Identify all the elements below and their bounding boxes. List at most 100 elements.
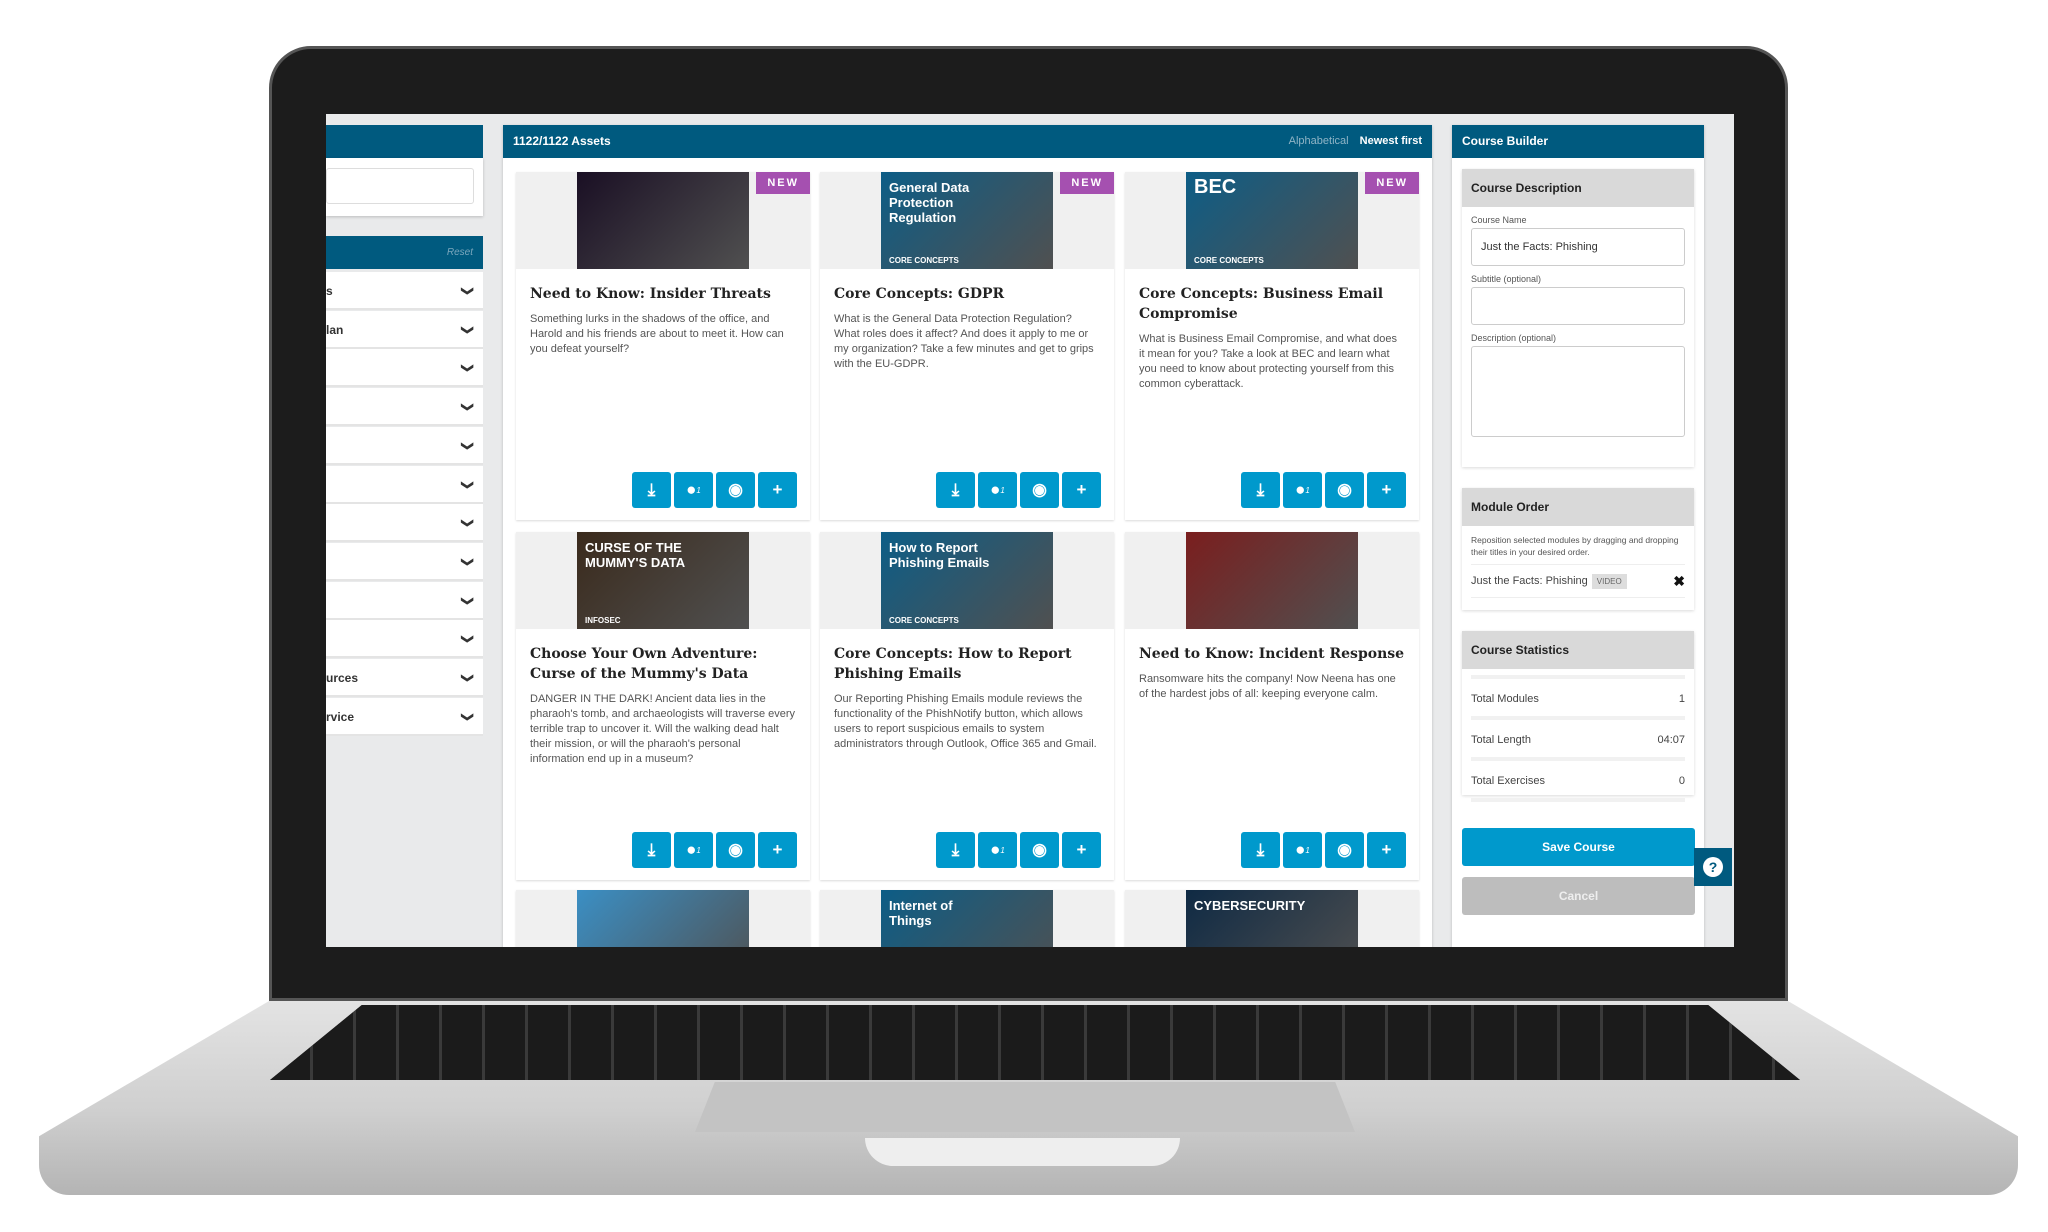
card-thumbnail-area [516,890,810,947]
eye-preview-icon: ◉ [1032,840,1047,859]
filter-dropdown[interactable]: ❯ [326,465,483,504]
new-badge: NEW [1365,172,1419,194]
chevron-down-icon: ❯ [460,634,475,645]
description-textarea[interactable] [1471,346,1685,437]
download-button[interactable]: ⤓ [1241,832,1280,868]
card-thumbnail: How to Report Phishing Emails CORE CONCEP… [881,532,1053,629]
sidebar-search-input[interactable] [326,168,474,204]
filter-dropdown[interactable]: lan ❯ [326,310,483,349]
course-card[interactable]: CYBERSECURITY [1125,890,1419,947]
stat-value: 1 [1678,693,1685,705]
chevron-down-icon: ❯ [460,440,475,451]
course-card[interactable]: Internet of Things [820,890,1114,947]
card-description: DANGER IN THE DARK! Ancient data lies in… [530,693,796,765]
eye-preview-button[interactable]: ◉ [716,472,755,508]
filter-dropdown[interactable]: ❯ [326,349,483,388]
eye-preview-icon: ◉ [728,480,743,499]
description-label: Description (optional) [1471,333,1557,343]
help-icon: ? [1703,857,1723,877]
course-name-input[interactable]: Just the Facts: Phishing [1471,228,1685,266]
thumbnail-subtext: INFOSEC [585,616,621,625]
download-icon: ⤓ [647,480,656,499]
eye-preview-button[interactable]: ◉ [1325,472,1364,508]
card-title: Core Concepts: How to Report Phishing Em… [834,646,1072,682]
cancel-button[interactable]: Cancel [1462,877,1695,915]
language-count: 1 [696,845,701,855]
sort-alphabetical[interactable]: Alphabetical [1289,135,1349,147]
module-order-hint: Reposition selected modules by dragging … [1471,535,1679,557]
filter-dropdown[interactable]: ❯ [326,581,483,620]
filter-label: s [326,284,333,298]
eye-preview-button[interactable]: ◉ [1020,832,1059,868]
course-description-section: Course Description Course Name Just the … [1462,169,1694,467]
card-title: Need to Know: Insider Threats [530,286,771,302]
globe-languages-button[interactable]: ● 1 [674,472,713,508]
eye-preview-button[interactable]: ◉ [1325,832,1364,868]
course-card[interactable]: CURSE OF THE MUMMY'S DATA INFOSEC Choose Y… [516,532,810,880]
card-thumbnail: General Data Protection Regulation CORE C… [881,172,1053,269]
thumbnail-text: How to Report Phishing Emails [889,540,990,570]
download-button[interactable]: ⤓ [1241,472,1280,508]
section-heading: Course Statistics [1462,631,1694,669]
course-card[interactable]: How to Report Phishing Emails CORE CONCEP… [820,532,1114,880]
filter-label: lan [326,322,344,337]
filter-dropdown[interactable]: ❯ [326,504,483,543]
globe-languages-button[interactable]: ● 1 [978,472,1017,508]
thumbnail-text: General Data Protection Regulation [889,180,970,225]
plus-add-button[interactable]: + [1062,472,1101,508]
plus-add-button[interactable]: + [1367,832,1406,868]
course-card[interactable]: General Data Protection Regulation CORE C… [820,172,1114,520]
filter-dropdown[interactable]: rvice ❯ [326,697,483,736]
asset-count: 1122/1122 Assets [513,134,611,148]
thumbnail-text: CURSE OF THE MUMMY'S DATA [585,540,686,570]
course-card[interactable]: BEC CORE CONCEPTS NEW Core Concepts: Busine… [1125,172,1419,520]
new-badge: NEW [1060,172,1114,194]
course-card[interactable]: NEW Need to Know: Insider Threats Somethin… [516,172,810,520]
globe-languages-button[interactable]: ● 1 [1283,472,1322,508]
course-card[interactable] [516,890,810,947]
help-button[interactable]: ? [1694,848,1732,886]
screen: Reset s ❯ lan ❯ ❯ ❯ ❯ ❯ ❯ ❯ ❯ ❯ urces ❯ rvice ❯ 1122/11… [326,114,1734,947]
card-thumbnail-area: BEC CORE CONCEPTS NEW [1125,172,1419,269]
globe-languages-button[interactable]: ● 1 [1283,832,1322,868]
remove-module-icon[interactable]: ✖ [1673,573,1685,590]
plus-add-button[interactable]: + [758,472,797,508]
subtitle-input[interactable] [1471,287,1685,325]
thumbnail-subtext: CORE CONCEPTS [1194,256,1264,265]
eye-preview-button[interactable]: ◉ [1020,472,1059,508]
eye-preview-icon: ◉ [1337,480,1352,499]
download-button[interactable]: ⤓ [632,472,671,508]
language-count: 1 [1000,845,1005,855]
globe-languages-button[interactable]: ● 1 [978,832,1017,868]
sort-newest-first[interactable]: Newest first [1360,135,1422,147]
eye-preview-button[interactable]: ◉ [716,832,755,868]
chevron-down-icon: ❯ [460,285,475,297]
globe-languages-button[interactable]: ● 1 [674,832,713,868]
course-name-label: Course Name [1471,215,1527,225]
plus-add-icon: + [1076,840,1087,859]
filter-dropdown[interactable]: ❯ [326,388,483,427]
plus-add-button[interactable]: + [758,832,797,868]
filter-dropdown[interactable]: ❯ [326,426,483,465]
download-button[interactable]: ⤓ [936,832,975,868]
plus-add-button[interactable]: + [1062,832,1101,868]
download-button[interactable]: ⤓ [632,832,671,868]
filter-dropdown[interactable]: urces ❯ [326,659,483,697]
filter-dropdown[interactable]: s ❯ [326,272,483,310]
course-card[interactable]: Need to Know: Incident Response Ransomwar… [1125,532,1419,880]
chevron-down-icon: ❯ [460,595,475,606]
filter-reset-link[interactable]: Reset [326,236,483,269]
save-course-button[interactable]: Save Course [1462,828,1695,866]
download-icon: ⤓ [647,840,656,859]
module-item[interactable]: Just the Facts: Phishing VIDEO ✖ [1471,564,1685,598]
card-thumbnail [577,890,749,947]
plus-add-button[interactable]: + [1367,472,1406,508]
filter-dropdown[interactable]: ❯ [326,620,483,659]
download-button[interactable]: ⤓ [936,472,975,508]
plus-add-icon: + [1381,840,1392,859]
module-order-section: Module Order Reposition selected modules… [1462,488,1694,610]
globe-languages-icon: ● [990,480,1001,499]
chevron-down-icon: ❯ [460,672,475,684]
eye-preview-icon: ◉ [1032,480,1047,499]
filter-dropdown[interactable]: ❯ [326,542,483,581]
